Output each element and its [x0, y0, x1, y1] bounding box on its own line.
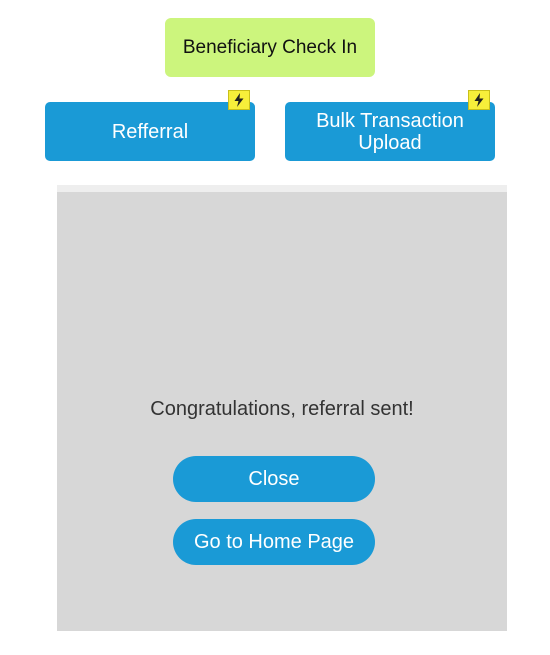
- bulk-label-line1: Bulk Transaction: [316, 109, 464, 132]
- referral-label: Refferral: [111, 120, 189, 143]
- lightning-bolt-icon: [228, 90, 250, 110]
- beneficiary-check-in-label: Beneficiary Check In: [182, 36, 358, 58]
- go-to-home-page-label: Go to Home Page: [193, 530, 355, 553]
- bulk-transaction-upload-button[interactable]: Bulk Transaction Upload: [285, 90, 495, 161]
- page: Beneficiary Check In Refferral Bulk Tran…: [0, 0, 550, 655]
- go-to-home-page-button[interactable]: Go to Home Page: [173, 519, 375, 565]
- beneficiary-check-in-button[interactable]: Beneficiary Check In: [165, 18, 375, 77]
- confirmation-message: Congratulations, referral sent!: [150, 398, 414, 420]
- bulk-transaction-upload-label: Bulk Transaction Upload: [316, 110, 464, 154]
- close-button[interactable]: Close: [173, 456, 375, 502]
- referral-button[interactable]: Refferral: [45, 90, 255, 161]
- close-label: Close: [248, 467, 300, 490]
- lightning-bolt-icon: [468, 90, 490, 110]
- bulk-label-line2: Upload: [358, 131, 422, 154]
- confirmation-panel: Congratulations, referral sent! Close Go…: [57, 192, 507, 631]
- panel-top-strip: [57, 185, 507, 192]
